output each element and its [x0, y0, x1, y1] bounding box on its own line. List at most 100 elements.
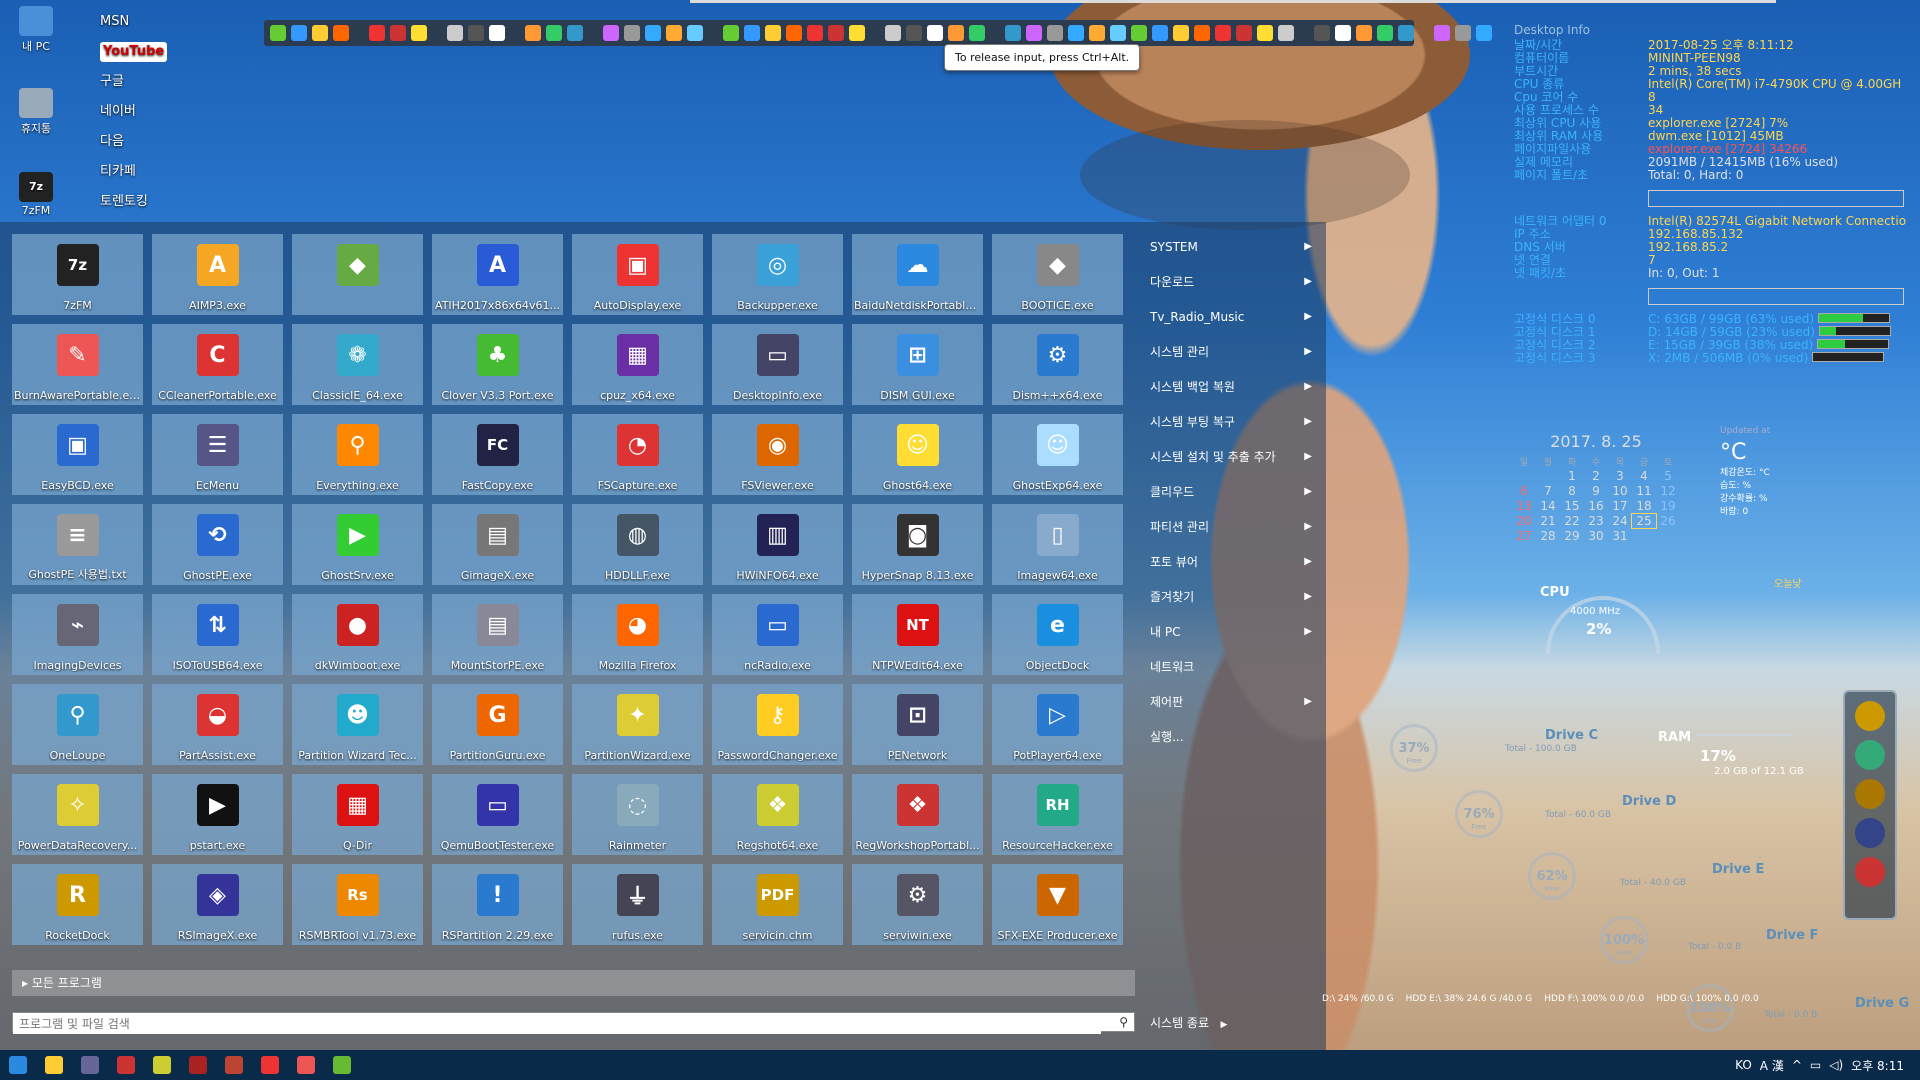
program-tile[interactable]: ⟲ GhostPE.exe	[152, 504, 283, 585]
toolbar-app-icon[interactable]	[546, 25, 562, 41]
calendar-day[interactable]: 15	[1560, 499, 1584, 513]
calendar-day[interactable]	[1536, 469, 1560, 483]
toolbar-app-icon[interactable]	[1089, 25, 1105, 41]
program-tile[interactable]: ▥ HWiNFO64.exe	[712, 504, 843, 585]
toolbar-app-icon[interactable]	[1173, 25, 1189, 41]
toolbar-app-icon[interactable]	[1026, 25, 1042, 41]
toolbar-app-icon[interactable]	[849, 25, 865, 41]
calendar-day[interactable]: 23	[1584, 514, 1608, 528]
toolbar-app-icon[interactable]	[603, 25, 619, 41]
calendar-day[interactable]: 18	[1632, 499, 1656, 513]
program-tile[interactable]: ❖ Regshot64.exe	[712, 774, 843, 855]
toolbar-app-icon[interactable]	[411, 25, 427, 41]
link-ticafe[interactable]: 티카페	[100, 162, 167, 192]
program-tile[interactable]: ✦ PartitionWizard.exe	[572, 684, 703, 765]
calendar-day[interactable]: 8	[1560, 484, 1584, 498]
program-tile[interactable]: Rs RSMBRTool v1.73.exe	[292, 864, 423, 945]
program-tile[interactable]: ☺ Ghost64.exe	[852, 414, 983, 495]
toolbar-app-icon[interactable]	[1215, 25, 1231, 41]
toolbar-app-icon[interactable]	[1005, 25, 1021, 41]
calendar-day[interactable]: 21	[1536, 514, 1560, 528]
calendar-day[interactable]: 7	[1536, 484, 1560, 498]
program-tile[interactable]: ◆ BOOTICE.exe	[992, 234, 1123, 315]
toolbar-app-icon[interactable]	[1068, 25, 1084, 41]
toolbar-app-icon[interactable]	[666, 25, 682, 41]
ime-indicator[interactable]: A 漢	[1760, 1057, 1784, 1074]
program-tile[interactable]: ⊞ DISM GUI.exe	[852, 324, 983, 405]
side-menu-item[interactable]: 다운로드 ▶	[1140, 273, 1320, 308]
shutdown-button[interactable]: 시스템 종료 ▶	[1150, 1014, 1227, 1031]
clock[interactable]: 오후 8:11	[1851, 1057, 1904, 1074]
calendar-day[interactable]: 25	[1631, 513, 1657, 529]
program-tile[interactable]: ◈ RSImageX.exe	[152, 864, 283, 945]
chevron-up-icon[interactable]: ^	[1792, 1058, 1802, 1072]
toolbar-app-icon[interactable]	[291, 25, 307, 41]
program-tile[interactable]: ☻ Partition Wizard Tec...	[292, 684, 423, 765]
side-menu-item[interactable]: 즐겨찾기 ▶	[1140, 588, 1320, 623]
calendar-day[interactable]: 28	[1536, 529, 1560, 543]
program-tile[interactable]: 7z 7zFM	[12, 234, 143, 315]
program-tile[interactable]: ⚲ Everything.exe	[292, 414, 423, 495]
dock-item-app-icon[interactable]	[1855, 857, 1885, 887]
clover-icon[interactable]	[333, 1056, 351, 1074]
toolbar-app-icon[interactable]	[624, 25, 640, 41]
toolbar-app-icon[interactable]	[1398, 25, 1414, 41]
calendar-day[interactable]: 9	[1584, 484, 1608, 498]
program-tile[interactable]: ▶ GhostSrv.exe	[292, 504, 423, 585]
toolbar-app-icon[interactable]	[390, 25, 406, 41]
program-tile[interactable]: ⚙ serviwin.exe	[852, 864, 983, 945]
toolbar-app-icon[interactable]	[687, 25, 703, 41]
toolbar-app-icon[interactable]	[1152, 25, 1168, 41]
program-tile[interactable]: ♣ Clover V3.3 Port.exe	[432, 324, 563, 405]
side-menu-item[interactable]: 제어판 ▶	[1140, 693, 1320, 728]
start-button-icon[interactable]	[9, 1056, 27, 1074]
toolbar-app-icon[interactable]	[969, 25, 985, 41]
calendar-day[interactable]: 29	[1560, 529, 1584, 543]
toolbar-app-icon[interactable]	[1278, 25, 1294, 41]
search-box[interactable]: ⚲	[12, 1012, 1135, 1034]
side-menu-item[interactable]: 실행...	[1140, 728, 1320, 763]
calendar-day[interactable]: 3	[1608, 469, 1632, 483]
toolbar-app-icon[interactable]	[1257, 25, 1273, 41]
calendar-day[interactable]: 20	[1512, 514, 1536, 528]
toolbar-app-icon[interactable]	[567, 25, 583, 41]
link-msn[interactable]: MSN	[100, 12, 167, 42]
program-tile[interactable]: A AIMP3.exe	[152, 234, 283, 315]
program-tile[interactable]: PDF servicin.chm	[712, 864, 843, 945]
toolbar-app-icon[interactable]	[1314, 25, 1330, 41]
toolbar-app-icon[interactable]	[645, 25, 661, 41]
ntpwedit-icon[interactable]	[117, 1056, 135, 1074]
shutdown-arrow-icon[interactable]: ▶	[1220, 1020, 1227, 1030]
program-tile[interactable]: ❖ RegWorkshopPortabl...	[852, 774, 983, 855]
program-tile[interactable]: RH ResourceHacker.exe	[992, 774, 1123, 855]
program-tile[interactable]: ◍ HDDLLF.exe	[572, 504, 703, 585]
side-menu-item[interactable]: SYSTEM ▶	[1140, 238, 1320, 273]
desktop-icon-recycle[interactable]: 휴지통	[6, 88, 66, 136]
program-tile[interactable]: ⚙ Dism++x64.exe	[992, 324, 1123, 405]
toolbar-app-icon[interactable]	[468, 25, 484, 41]
search-icon[interactable]: ⚲	[1119, 1015, 1128, 1029]
calendar-day[interactable]: 2	[1584, 469, 1608, 483]
program-tile[interactable]: ☁ BaiduNetdiskPortable...	[852, 234, 983, 315]
program-tile[interactable]: ⚷ PasswordChanger.exe	[712, 684, 843, 765]
program-tile[interactable]: ▭ ncRadio.exe	[712, 594, 843, 675]
program-tile[interactable]: ▼ SFX-EXE Producer.exe	[992, 864, 1123, 945]
dock-item-pacman-icon[interactable]	[1855, 701, 1885, 731]
toolbar-app-icon[interactable]	[744, 25, 760, 41]
calendar-day[interactable]: 11	[1632, 484, 1656, 498]
toolbar-app-icon[interactable]	[1356, 25, 1372, 41]
program-tile[interactable]: ◕ Mozilla Firefox	[572, 594, 703, 675]
ccleaner-icon[interactable]	[297, 1056, 315, 1074]
partition-wizard-icon[interactable]	[153, 1056, 171, 1074]
toolbar-app-icon[interactable]	[765, 25, 781, 41]
side-menu-item[interactable]: 파티션 관리 ▶	[1140, 518, 1320, 553]
toolbar-app-icon[interactable]	[333, 25, 349, 41]
toolbar-app-icon[interactable]	[525, 25, 541, 41]
toolbar-app-icon[interactable]	[1434, 25, 1450, 41]
program-tile[interactable]: ! RSPartition 2.29.exe	[432, 864, 563, 945]
program-tile[interactable]: ◒ PartAssist.exe	[152, 684, 283, 765]
explorer-icon[interactable]	[45, 1056, 63, 1074]
toolbar-app-icon[interactable]	[927, 25, 943, 41]
calendar-day[interactable]: 31	[1608, 529, 1632, 543]
program-tile[interactable]: e ObjectDock	[992, 594, 1123, 675]
